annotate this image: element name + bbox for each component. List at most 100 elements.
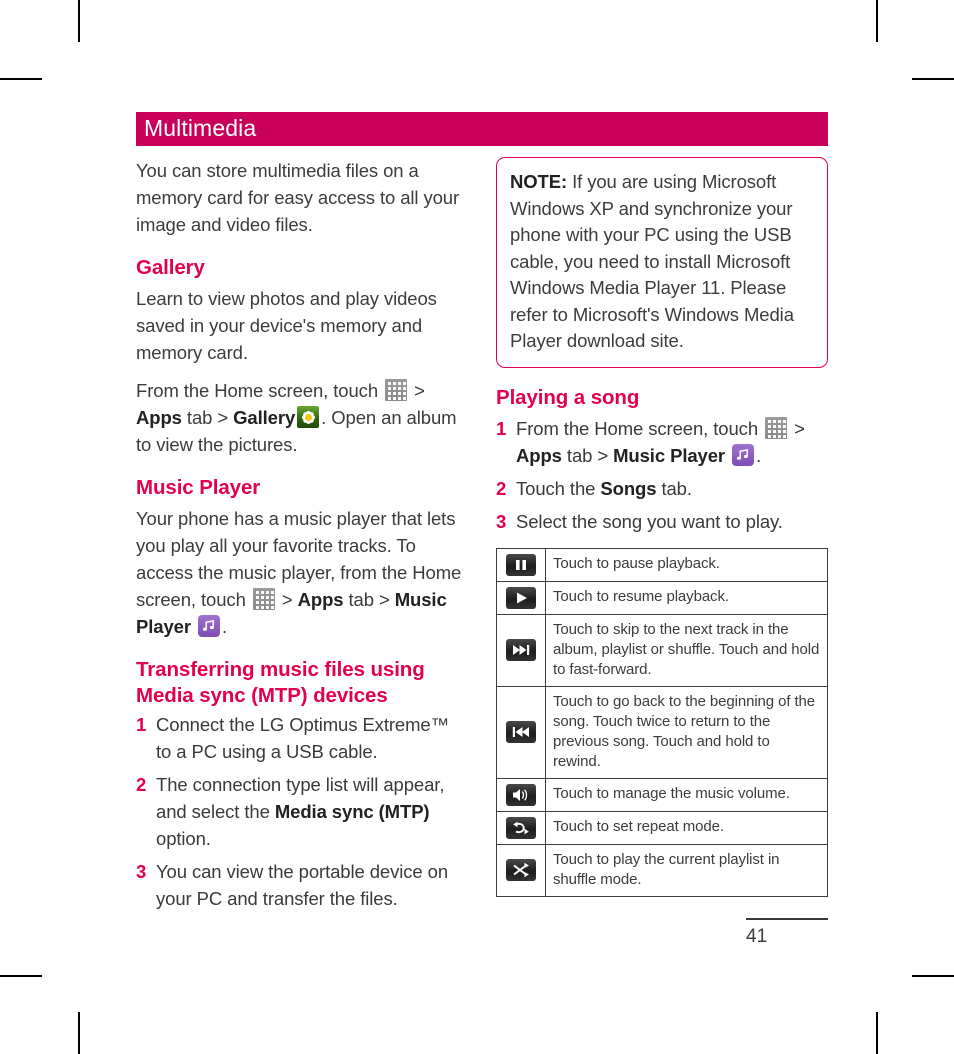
step-text: You can view the portable device on your… [156,861,449,909]
volume-icon [506,783,536,806]
gallery-paragraph-2: From the Home screen, touch > Apps tab >… [136,377,468,458]
previous-track-icon [506,721,536,743]
crop-mark-top-left-vertical [78,0,80,42]
table-row: Touch to pause playback. [496,547,828,582]
crop-mark-bottom-right-horizontal [912,975,954,977]
table-row: Touch to play the current playlist in sh… [496,843,828,897]
chapter-header-bar: Multimedia [136,112,828,146]
step-number: 2 [136,774,147,795]
music-p1-text-d: . [222,616,228,637]
apps-grid-icon [252,588,275,610]
table-row: Touch to set repeat mode. [496,810,828,845]
crop-mark-top-right-horizontal [912,78,954,80]
step-text: Select the song you want to play. [516,510,783,532]
step-text: Connect the LG Optimus Extreme™ to a PC … [156,714,450,762]
apps-grid-icon [385,379,408,401]
page-footer: 41 [746,918,828,948]
music-note-icon [732,443,755,466]
step-text: From the Home screen, touch > Apps tab >… [516,415,828,469]
gallery-p2-apps-label: Apps [136,407,182,428]
list-item: 3 You can view the portable device on yo… [136,858,468,912]
icon-cell [496,547,546,582]
step-text-b: tab. [656,477,692,499]
crop-mark-bottom-left-horizontal [0,975,42,977]
page-number: 41 [746,925,768,947]
icon-cell [496,843,546,897]
gallery-flower-icon [297,406,320,428]
note-label: NOTE: [510,171,568,192]
step-text-a: From the Home screen, touch [516,417,764,439]
table-row: Touch to resume playback. [496,580,828,615]
step-number: 1 [136,714,147,735]
step-text: Touch the Songs tab. [516,475,828,502]
table-row: Touch to go back to the beginning of the… [496,685,828,779]
step-music-label: Music Player [613,444,726,466]
step-text-bold: Songs [600,477,657,499]
list-item: 3 Select the song you want to play. [496,508,828,535]
table-row: Touch to skip to the next track in the a… [496,613,828,687]
music-note-icon [198,615,220,637]
description-cell: Touch to resume playback. [545,580,828,615]
step-number: 2 [496,477,507,499]
playing-a-song-heading: Playing a song [496,385,640,409]
table-row: Touch to manage the music volume. [496,777,828,812]
icon-cell [496,685,546,779]
crop-mark-top-left-horizontal [0,78,42,80]
manual-page: Multimedia You can store multimedia file… [136,112,828,918]
step-text-b: > [789,417,805,439]
footer-divider [746,918,828,920]
step-number: 3 [136,861,147,882]
music-p1-text-b: > [276,589,298,610]
icon-cell [496,810,546,845]
list-item: 1 Connect the LG Optimus Extreme™ to a P… [136,711,468,765]
shuffle-icon [506,859,536,881]
playback-controls-table: Touch to pause playback. Touch to resume… [496,547,828,897]
gallery-heading: Gallery [136,256,205,279]
note-callout-box: NOTE: If you are using Microsoft Windows… [496,157,828,368]
icon-cell [496,613,546,687]
apps-grid-icon [765,416,788,439]
left-column: You can store multimedia files on a memo… [136,157,468,918]
gallery-p2-text-a: From the Home screen, touch [136,380,384,401]
repeat-icon [506,816,536,839]
transferring-steps-list: 1 Connect the LG Optimus Extreme™ to a P… [136,711,468,912]
music-p1-text-c: tab > [343,589,395,610]
gallery-p2-text-c: tab > [181,407,234,428]
list-item: 2 The connection type list will appear, … [136,771,468,852]
step-text-c: tab > [561,444,614,466]
crop-mark-bottom-right-vertical [876,1012,878,1054]
gallery-p2-text-b: > [409,380,425,401]
description-cell: Touch to manage the music volume. [545,777,828,812]
pause-icon [506,553,536,576]
music-player-paragraph: Your phone has a music player that lets … [136,505,468,640]
description-cell: Touch to pause playback. [545,547,828,582]
crop-mark-bottom-left-vertical [78,1012,80,1054]
next-track-icon [506,639,536,661]
music-player-heading: Music Player [136,476,261,499]
step-text: The connection type list will appear, an… [156,771,468,852]
list-item: 2 Touch the Songs tab. [496,475,828,502]
step-text-d: . [756,444,762,466]
step-text-b: option. [156,828,211,849]
step-text-a: Touch the [516,477,601,499]
play-icon [506,586,536,609]
icon-cell [496,777,546,812]
icon-cell [496,580,546,615]
description-cell: Touch to go back to the beginning of the… [545,685,828,779]
note-body: If you are using Microsoft Windows XP an… [510,171,794,351]
step-number: 3 [496,510,507,532]
gallery-paragraph-1: Learn to view photos and play videos sav… [136,288,437,363]
crop-mark-top-right-vertical [876,0,878,42]
right-column: NOTE: If you are using Microsoft Windows… [496,157,828,918]
note-text: NOTE: If you are using Microsoft Windows… [510,169,814,355]
chapter-title: Multimedia [144,114,257,141]
step-number: 1 [496,417,507,439]
music-p1-apps-label: Apps [297,589,344,610]
gallery-p2-gallery-label: Gallery [233,407,296,428]
step-text-bold: Media sync (MTP) [274,801,430,822]
transferring-heading: Transferring music files using Media syn… [136,658,425,707]
intro-paragraph: You can store multimedia files on a memo… [136,160,460,235]
playing-steps-list: 1 From the Home screen, touch > Apps tab… [496,415,828,535]
description-cell: Touch to skip to the next track in the a… [545,613,828,687]
step-apps-label: Apps [516,444,562,466]
